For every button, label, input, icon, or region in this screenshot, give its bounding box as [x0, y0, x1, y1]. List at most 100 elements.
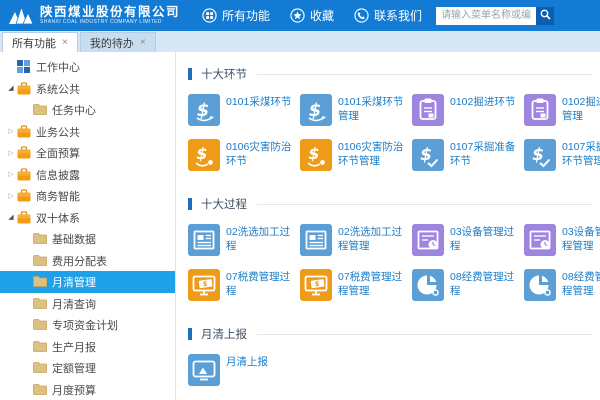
section-accent-bar	[188, 198, 192, 210]
tab-close-icon[interactable]: ×	[62, 37, 68, 48]
menu-tile[interactable]: $0107采掘准备环节管理	[524, 139, 600, 171]
section-grid: $0101采煤环节$0101采煤环节管理0102掘进环节0102掘进环节管理$0…	[188, 94, 600, 184]
sidebar-item[interactable]: ▷信息披露	[0, 164, 175, 186]
phone-circle-icon	[354, 8, 369, 23]
pie-chart-icon	[412, 269, 444, 301]
sidebar-item[interactable]: ▷商务智能	[0, 185, 175, 207]
clipboard-icon	[412, 94, 444, 126]
header-menu-phone[interactable]: 联系我们	[354, 7, 422, 24]
tab-all-functions[interactable]: 所有功能 ×	[2, 32, 78, 52]
sidebar-item-label: 任务中心	[52, 101, 96, 118]
menu-tile[interactable]: $07税费管理过程	[188, 269, 300, 301]
sidebar-item-label: 月清查询	[52, 295, 96, 312]
svg-text:$: $	[309, 100, 322, 121]
company-name-block: 陕西煤业股份有限公司 SHANXI COAL INDUSTRY COMPANY …	[40, 6, 180, 25]
header-menu-grid[interactable]: 所有功能	[202, 7, 270, 24]
menu-tile[interactable]: 08经费管理过程管理	[524, 269, 600, 301]
menu-tile-label: 月清上报	[226, 354, 292, 386]
section-grid: 月清上报	[188, 354, 600, 399]
menu-tile[interactable]: 08经费管理过程	[412, 269, 524, 301]
tab-label: 所有功能	[12, 35, 56, 51]
folder-icon	[33, 103, 47, 116]
menu-tile-label: 0106灾害防治环节	[226, 139, 292, 171]
monitor-upload-icon	[188, 354, 220, 386]
menu-tile[interactable]: 02洗选加工过程	[188, 224, 300, 256]
menu-tile[interactable]: $0106灾害防治环节管理	[300, 139, 412, 171]
folder-icon	[33, 383, 47, 396]
search-input[interactable]	[436, 7, 536, 25]
clipboard-icon	[524, 94, 556, 126]
tree-expanded-arrow-icon[interactable]: ◢	[5, 84, 17, 92]
menu-tile-label: 0102掘进环节管理	[562, 94, 600, 126]
tree-collapsed-arrow-icon[interactable]: ▷	[5, 149, 17, 157]
header-menu-star[interactable]: 收藏	[290, 7, 334, 24]
tree-collapsed-arrow-icon[interactable]: ▷	[5, 170, 17, 178]
dollar-hand-icon: $	[188, 139, 220, 171]
sidebar-item[interactable]: 任务中心	[0, 99, 175, 121]
sidebar-item[interactable]: 专项资金计划	[0, 314, 175, 336]
menu-tile-label: 0101采煤环节	[226, 94, 292, 126]
pie-chart-icon	[524, 269, 556, 301]
tab-close-icon[interactable]: ×	[140, 37, 146, 48]
menu-tile[interactable]: 02洗选加工过程管理	[300, 224, 412, 256]
search-button[interactable]	[536, 7, 554, 25]
menu-tile[interactable]: $0106灾害防治环节	[188, 139, 300, 171]
company-name-en: SHANXI COAL INDUSTRY COMPANY LIMITED	[40, 20, 180, 26]
menu-tile-label: 03设备管理过程	[450, 224, 516, 256]
sidebar-item-label: 全面预算	[36, 144, 80, 161]
sidebar-item[interactable]: ▷ 全面预算	[0, 142, 175, 164]
section-divider-line	[257, 334, 592, 335]
menu-tile[interactable]: 03设备管理过程管理	[524, 224, 600, 256]
section-title: 月清上报	[201, 326, 247, 342]
sidebar-item[interactable]: 工作中心	[0, 56, 175, 78]
svg-text:$: $	[420, 145, 432, 165]
header-menu-label: 收藏	[310, 7, 334, 24]
top-header: 陕西煤业股份有限公司 SHANXI COAL INDUSTRY COMPANY …	[0, 0, 600, 31]
sidebar-item[interactable]: 生产月报	[0, 336, 175, 358]
menu-tile[interactable]: 0102掘进环节	[412, 94, 524, 126]
sidebar-item[interactable]: 月度预算	[0, 379, 175, 400]
menu-tile[interactable]: $07税费管理过程管理	[300, 269, 412, 301]
document-clock-icon	[524, 224, 556, 256]
menu-tile[interactable]: 0102掘进环节管理	[524, 94, 600, 126]
sidebar-item-label: 月度预算	[52, 381, 96, 398]
briefcase-icon	[17, 189, 31, 202]
section-grid: 02洗选加工过程02洗选加工过程管理 03设备管理过程03设备管理过程管理 $07税…	[188, 224, 600, 314]
tab-bar: 所有功能×我的待办×	[0, 31, 600, 52]
tree-collapsed-arrow-icon[interactable]: ▷	[5, 127, 17, 135]
section-accent-bar	[188, 68, 192, 80]
briefcase-icon	[17, 146, 31, 159]
menu-tile[interactable]: $0101采煤环节管理	[300, 94, 412, 126]
sidebar-item[interactable]: ◢双十体系	[0, 207, 175, 229]
menu-search	[436, 7, 554, 25]
menu-tile[interactable]: 03设备管理过程	[412, 224, 524, 256]
sidebar-item-label: 定额管理	[52, 359, 96, 376]
svg-text:$: $	[197, 100, 210, 121]
menu-tile-label: 0107采掘准备环节	[450, 139, 516, 171]
nav-sidebar-tree: 工作中心◢系统公共任务中心▷业务公共▷全面预算▷信息披露▷商务智能◢双十体系基础…	[0, 52, 176, 400]
sidebar-item[interactable]: ▷业务公共	[0, 121, 175, 143]
svg-text:$: $	[308, 144, 319, 163]
sidebar-item-label: 系统公共	[36, 80, 80, 97]
sidebar-item[interactable]: 定额管理	[0, 357, 175, 379]
company-logo-mountain-icon	[8, 3, 34, 29]
briefcase-icon	[17, 82, 31, 95]
dollar-cycle-icon: $	[188, 94, 220, 126]
sidebar-item[interactable]: 月清管理	[0, 271, 175, 293]
menu-tile[interactable]: $0107采掘准备环节	[412, 139, 524, 171]
sidebar-item[interactable]: 基础数据	[0, 228, 175, 250]
menu-tile[interactable]: $0101采煤环节	[188, 94, 300, 126]
menu-tile-label: 0106灾害防治环节管理	[338, 139, 404, 171]
menu-tile-label: 0101采煤环节管理	[338, 94, 404, 126]
tab-my-todo[interactable]: 我的待办×	[80, 32, 156, 52]
sidebar-item[interactable]: 月清查询	[0, 293, 175, 315]
sidebar-item[interactable]: 费用分配表	[0, 250, 175, 272]
app-window: 陕西煤业股份有限公司 SHANXI COAL INDUSTRY COMPANY …	[0, 0, 600, 400]
sidebar-item[interactable]: ◢ 系统公共	[0, 78, 175, 100]
header-menu-label: 联系我们	[374, 7, 422, 24]
tree-collapsed-arrow-icon[interactable]: ▷	[5, 192, 17, 200]
section-accent-bar	[188, 328, 192, 340]
folder-icon	[33, 340, 47, 353]
tree-expanded-arrow-icon[interactable]: ◢	[5, 213, 17, 221]
menu-tile[interactable]: 月清上报	[188, 354, 300, 386]
